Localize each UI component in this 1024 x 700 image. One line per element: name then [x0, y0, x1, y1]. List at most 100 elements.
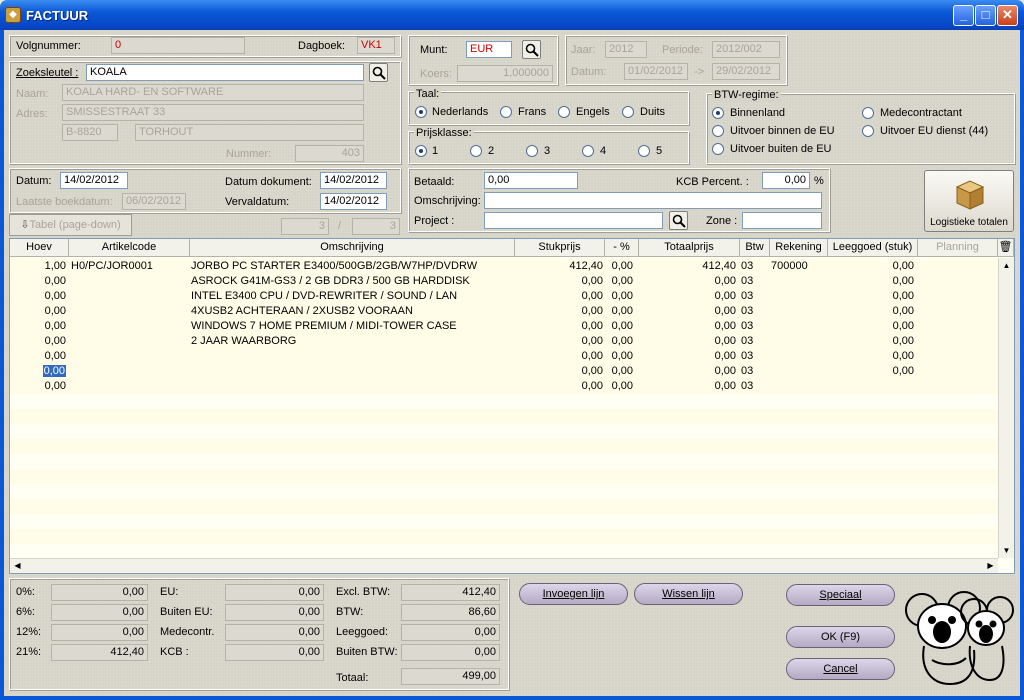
cell-leeggoed[interactable]: 0,00	[828, 320, 914, 332]
vertical-scrollbar[interactable]: ▲ ▼	[998, 258, 1014, 558]
taal-radio-nederlands[interactable]	[415, 106, 427, 118]
cell-korting[interactable]: 0,00	[607, 290, 633, 302]
col-header-totaalprijs[interactable]: Totaalprijs	[639, 239, 740, 257]
cell-hoev[interactable]: 0,00	[10, 275, 66, 287]
btw-radio-uitvoer-eu-dienst[interactable]	[862, 125, 874, 137]
cell-hoev[interactable]: 0,00	[10, 365, 66, 377]
cell-hoev[interactable]: 1,00	[10, 260, 66, 272]
scroll-left-icon[interactable]: ◀	[10, 559, 25, 573]
betaald-input[interactable]: 0,00	[484, 172, 578, 189]
cell-omschrijving[interactable]: 2 JAAR WAARBORG	[191, 335, 513, 347]
zone-input[interactable]	[742, 212, 822, 229]
omschrijving-input[interactable]	[484, 192, 822, 209]
cell-btw[interactable]: 03	[741, 290, 769, 302]
zoeksleutel-input[interactable]: KOALA	[86, 64, 364, 81]
cell-stukprijs[interactable]: 0,00	[515, 365, 603, 377]
cell-btw[interactable]: 03	[741, 320, 769, 332]
col-header-hoev[interactable]: Hoev	[10, 239, 69, 257]
cell-hoev[interactable]: 0,00	[10, 335, 66, 347]
speciaal-button[interactable]: Speciaal	[786, 584, 895, 606]
title-bar[interactable]: ◆ FACTUUR _ □ ✕	[0, 0, 1024, 30]
cell-korting[interactable]: 0,00	[607, 260, 633, 272]
cell-korting[interactable]: 0,00	[607, 350, 633, 362]
zoeksleutel-search-button[interactable]	[369, 63, 388, 82]
btw-radio-uitvoer-binnen-eu[interactable]	[712, 125, 724, 137]
tabel-page-down-button[interactable]: ⇩Tabel (page-down)	[9, 214, 132, 236]
cell-hoev[interactable]: 0,00	[10, 350, 66, 362]
project-search-button[interactable]	[669, 211, 688, 230]
prijsklasse-radio-2[interactable]	[470, 145, 482, 157]
cell-hoev[interactable]: 0,00	[10, 320, 66, 332]
btw-radio-medecontractant[interactable]	[862, 107, 874, 119]
cell-korting[interactable]: 0,00	[607, 305, 633, 317]
cell-totaalprijs[interactable]: 0,00	[639, 275, 736, 287]
cell-leeggoed[interactable]: 0,00	[828, 365, 914, 377]
cell-btw[interactable]: 03	[741, 305, 769, 317]
btw-radio-binnenland[interactable]	[712, 107, 724, 119]
cell-omschrijving[interactable]: 4XUSB2 ACHTERAAN / 2XUSB2 VOORAAN	[191, 305, 513, 317]
cell-totaalprijs[interactable]: 0,00	[639, 320, 736, 332]
table-row[interactable]: 0,00 2 JAAR WAARBORG 0,00 0,00 0,00 03 0,00	[10, 334, 998, 349]
cell-leeggoed[interactable]: 0,00	[828, 260, 914, 272]
cell-korting[interactable]: 0,00	[607, 320, 633, 332]
scroll-up-icon[interactable]: ▲	[999, 258, 1014, 273]
kcb-percent-input[interactable]: 0,00	[762, 172, 810, 189]
cell-btw[interactable]: 03	[741, 365, 769, 377]
vervaldatum-input[interactable]: 14/02/2012	[320, 193, 387, 210]
cell-totaalprijs[interactable]: 0,00	[639, 305, 736, 317]
cell-stukprijs[interactable]: 0,00	[515, 335, 603, 347]
project-input[interactable]	[484, 212, 663, 229]
cell-stukprijs[interactable]: 0,00	[515, 320, 603, 332]
cell-totaalprijs[interactable]: 412,40	[639, 260, 736, 272]
col-header-stukprijs[interactable]: Stukprijs	[515, 239, 605, 257]
col-header-rekening[interactable]: Rekening	[770, 239, 828, 257]
cell-korting[interactable]: 0,00	[607, 365, 633, 377]
table-row[interactable]: 0,00 0,00 0,00 0,00 03 0,00	[10, 364, 998, 379]
taal-radio-frans[interactable]	[500, 106, 512, 118]
btw-radio-uitvoer-buiten-eu[interactable]	[712, 143, 724, 155]
cell-btw[interactable]: 03	[741, 335, 769, 347]
cell-leeggoed[interactable]: 0,00	[828, 305, 914, 317]
cell-korting[interactable]: 0,00	[607, 275, 633, 287]
cell-leeggoed[interactable]: 0,00	[828, 290, 914, 302]
table-row[interactable]: 0,00 0,00 0,00 0,00 03 0,00	[10, 349, 998, 364]
cell-stukprijs[interactable]: 412,40	[515, 260, 603, 272]
cell-totaalprijs[interactable]: 0,00	[639, 380, 736, 392]
cell-korting[interactable]: 0,00	[607, 380, 633, 392]
table-row[interactable]: 0,00 4XUSB2 ACHTERAAN / 2XUSB2 VOORAAN 0,0…	[10, 304, 998, 319]
invoegen-lijn-button[interactable]: Invoegen lijn	[519, 583, 628, 605]
cell-stukprijs[interactable]: 0,00	[515, 290, 603, 302]
cell-totaalprijs[interactable]: 0,00	[639, 365, 736, 377]
datum-input[interactable]: 14/02/2012	[60, 172, 128, 189]
cell-rekening[interactable]: 700000	[771, 260, 827, 272]
col-header-planning[interactable]: Planning	[918, 239, 998, 257]
cell-korting[interactable]: 0,00	[607, 335, 633, 347]
cell-omschrijving[interactable]: JORBO PC STARTER E3400/500GB/2GB/W7HP/DV…	[191, 260, 513, 272]
cell-stukprijs[interactable]: 0,00	[515, 305, 603, 317]
minimize-button[interactable]: _	[953, 5, 974, 26]
logistieke-totalen-button[interactable]: Logistieke totalen	[924, 170, 1014, 232]
trash-icon[interactable]: 🗑	[998, 239, 1014, 257]
cell-stukprijs[interactable]: 0,00	[515, 275, 603, 287]
col-header-leeggoed[interactable]: Leeggoed (stuk)	[828, 239, 918, 257]
col-header-artikelcode[interactable]: Artikelcode	[69, 239, 190, 257]
datum-dokument-input[interactable]: 14/02/2012	[320, 172, 387, 189]
cell-btw[interactable]: 03	[741, 275, 769, 287]
wissen-lijn-button[interactable]: Wissen lijn	[634, 583, 743, 605]
cell-totaalprijs[interactable]: 0,00	[639, 350, 736, 362]
munt-input[interactable]: EUR	[466, 41, 512, 58]
col-header-omschrijving[interactable]: Omschrijving	[190, 239, 515, 257]
cell-omschrijving[interactable]: ASROCK G41M-GS3 / 2 GB DDR3 / 500 GB HAR…	[191, 275, 513, 287]
cell-btw[interactable]: 03	[741, 350, 769, 362]
cell-omschrijving[interactable]: WINDOWS 7 HOME PREMIUM / MIDI-TOWER CASE	[191, 320, 513, 332]
cell-totaalprijs[interactable]: 0,00	[639, 290, 736, 302]
ok-button[interactable]: OK (F9)	[786, 626, 895, 648]
table-row[interactable]: 0,00 0,00 0,00 0,00 03	[10, 379, 998, 394]
scroll-down-icon[interactable]: ▼	[999, 543, 1014, 558]
cancel-button[interactable]: Cancel	[786, 658, 895, 680]
prijsklasse-radio-5[interactable]	[638, 145, 650, 157]
cell-btw[interactable]: 03	[741, 260, 769, 272]
col-header-btw[interactable]: Btw	[740, 239, 770, 257]
cell-hoev[interactable]: 0,00	[10, 380, 66, 392]
munt-search-button[interactable]	[522, 40, 541, 59]
